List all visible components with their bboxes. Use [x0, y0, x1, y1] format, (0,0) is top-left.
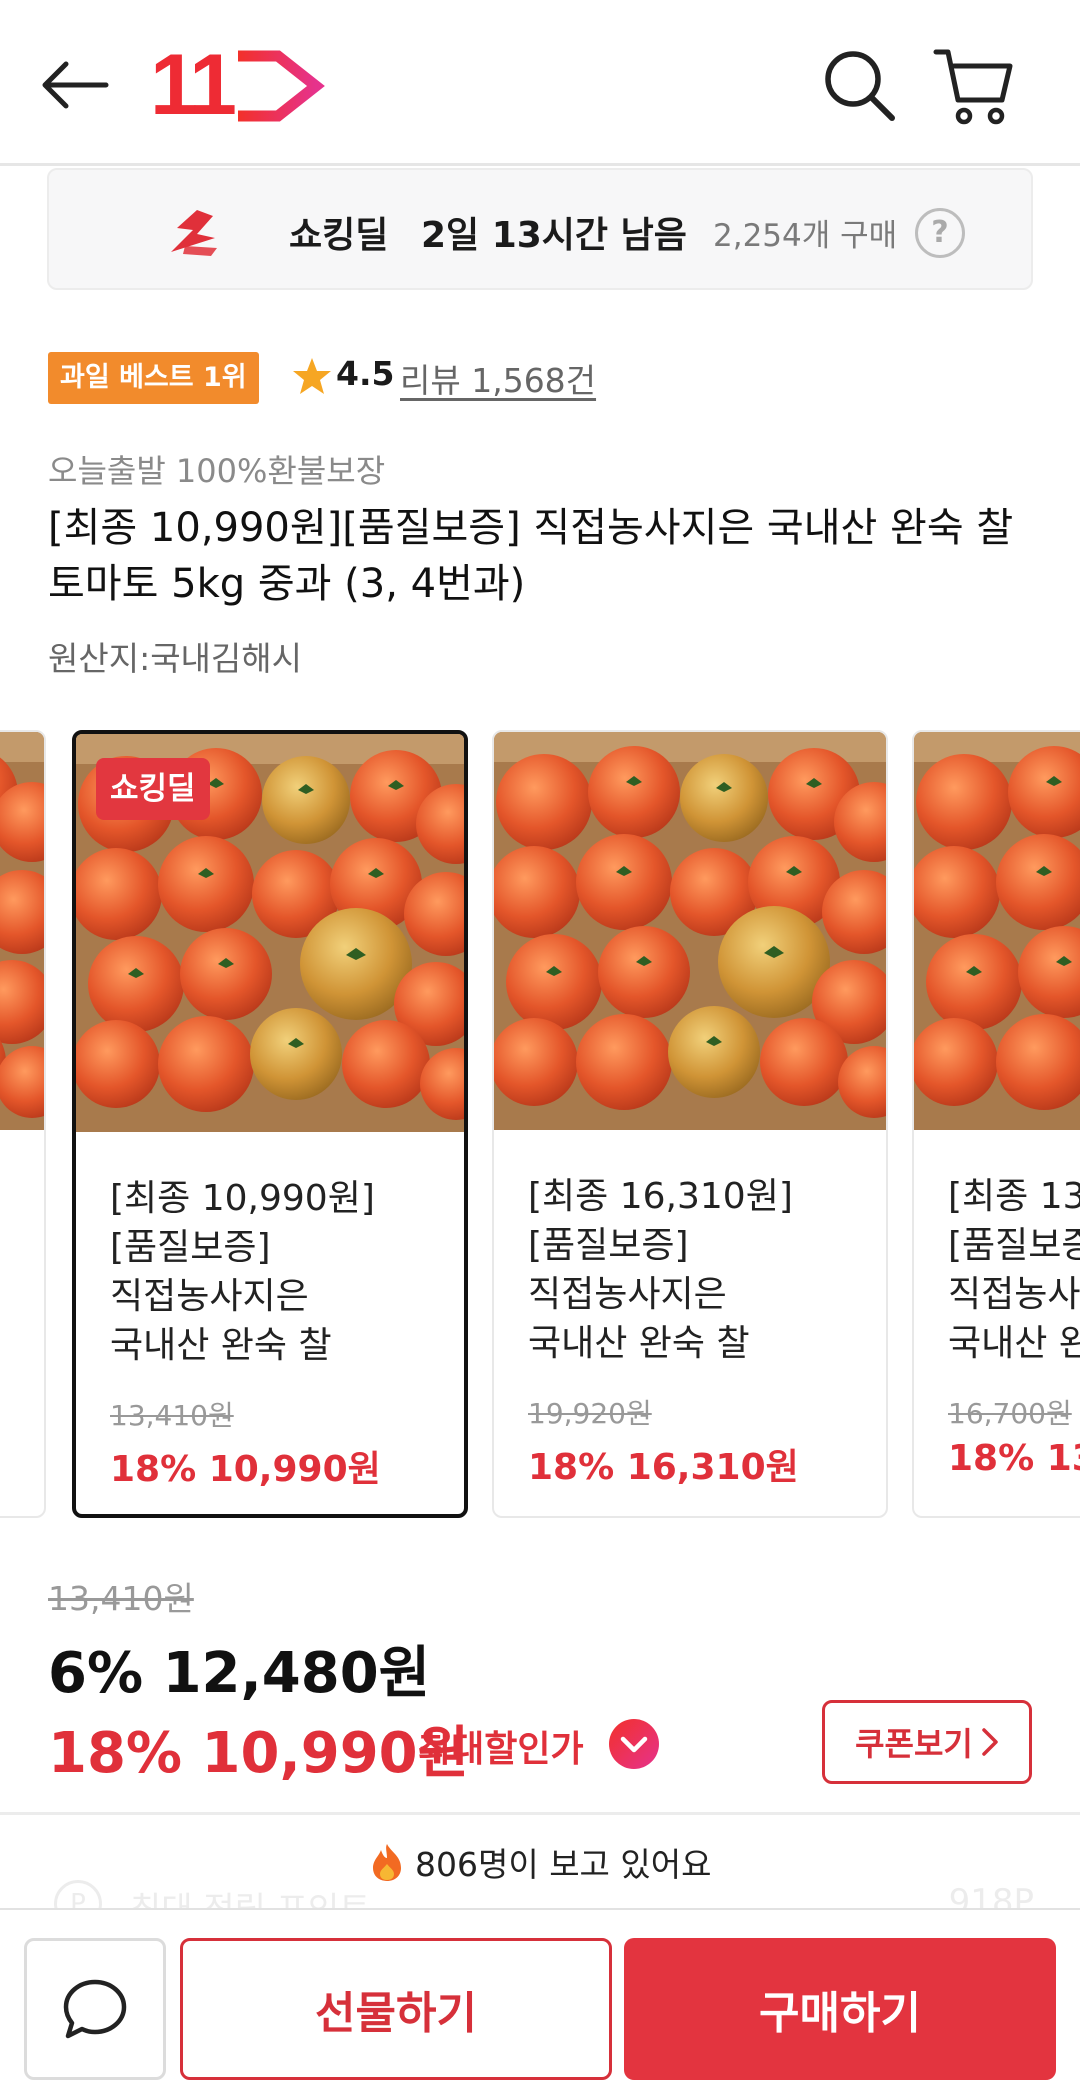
viewers-notice: 806명이 보고 있어요 — [0, 1838, 1080, 1886]
deal-time-left: 2일 13시간 남음 — [421, 215, 687, 256]
tomato-box-image — [914, 732, 1080, 1130]
option-description: [최종 10,990원] [품질보증] 직접농사지은 국내산 완숙 찰 — [110, 1178, 375, 1366]
coupon-button[interactable]: 쿠폰보기 — [822, 1700, 1032, 1784]
option-original-price: 13,410원 — [110, 1399, 234, 1432]
option-card[interactable]: [최종 16,310원] [품질보증] 직접농사지은 국내산 완숙 찰 19,9… — [492, 730, 888, 1518]
star-icon — [293, 358, 331, 394]
product-tags: 오늘출발 100%환불보장 — [48, 452, 386, 490]
shocking-deal-banner[interactable]: 쇼킹딜 2일 13시간 남음 2,254개 구매 ? — [47, 168, 1033, 290]
option-carousel[interactable]: 쇼킹딜 [최종 10,990원] [품질보증] 직접농사지은 국내산 완숙 찰 … — [0, 728, 1080, 1523]
fire-icon — [372, 1844, 401, 1881]
help-icon[interactable]: ? — [915, 208, 965, 258]
shocking-deal-icon — [171, 210, 217, 256]
viewers-text: 806명이 보고 있어요 — [415, 1845, 712, 1884]
buy-button[interactable]: 구매하기 — [624, 1938, 1056, 2080]
option-card[interactable]: 쇼킹딜 [최종 10,990원] [품질보증] 직접농사지은 국내산 완숙 찰 … — [72, 730, 468, 1518]
best-badge: 과일 베스트 1위 — [48, 352, 259, 404]
section-divider — [0, 1812, 1080, 1815]
coupon-button-label: 쿠폰보기 — [855, 1725, 973, 1763]
deal-title: 쇼킹딜 — [289, 215, 389, 256]
max-discount-label: 최대할인가 — [418, 1729, 584, 1770]
cart-icon — [933, 49, 1013, 125]
deal-purchase-count: 2,254개 구매 — [713, 218, 898, 254]
top-header: 11 — [0, 0, 1080, 166]
option-card-previous[interactable] — [0, 730, 46, 1518]
option-description: [최종 16,310원] [품질보증] 직접농사지은 국내산 완숙 찰 — [528, 1176, 793, 1364]
chevron-right-icon — [982, 1728, 998, 1756]
rating-value: 4.5 — [336, 354, 395, 393]
option-description: [최종 13 [품질보증 직접농사 국내산 완 — [948, 1176, 1080, 1364]
review-link[interactable]: 리뷰 1,568건 — [400, 354, 596, 402]
search-button[interactable] — [820, 46, 900, 126]
cart-button[interactable] — [932, 44, 1016, 128]
arrow-left-icon — [42, 61, 109, 109]
shocking-deal-tag: 쇼킹딜 — [96, 758, 210, 820]
11st-logo[interactable]: 11 — [150, 37, 330, 133]
tomato-box-image — [0, 732, 44, 1130]
product-origin: 원산지:국내김해시 — [48, 639, 302, 678]
discount-price: 6% 12,480원 — [48, 1641, 431, 1706]
original-price: 13,410원 — [48, 1579, 194, 1618]
logo-text: 11 — [150, 44, 235, 124]
product-title: [최종 10,990원][품질보증] 직접농사지은 국내산 완숙 찰 토마토 5… — [48, 505, 1014, 607]
option-original-price: 19,920원 — [528, 1397, 652, 1430]
gift-button[interactable]: 선물하기 — [180, 1938, 612, 2080]
option-original-price: 16,700원 — [948, 1397, 1072, 1430]
bottom-action-bar: 선물하기 구매하기 — [0, 1908, 1080, 2094]
option-price: 18% 16,310원 — [528, 1447, 799, 1488]
chat-button[interactable] — [24, 1938, 166, 2080]
tomato-box-image — [494, 732, 886, 1130]
max-discount-price: 18% 10,990원 — [48, 1721, 470, 1786]
chat-bubble-icon — [63, 1979, 127, 2039]
back-button[interactable] — [40, 50, 120, 120]
option-price: 18% 10,990원 — [110, 1449, 381, 1490]
option-card[interactable]: [최종 13 [품질보증 직접농사 국내산 완 16,700원 18% 13, — [912, 730, 1080, 1518]
search-icon — [825, 51, 895, 121]
chevron-down-icon[interactable] — [608, 1718, 660, 1770]
option-price: 18% 13, — [948, 1438, 1080, 1479]
